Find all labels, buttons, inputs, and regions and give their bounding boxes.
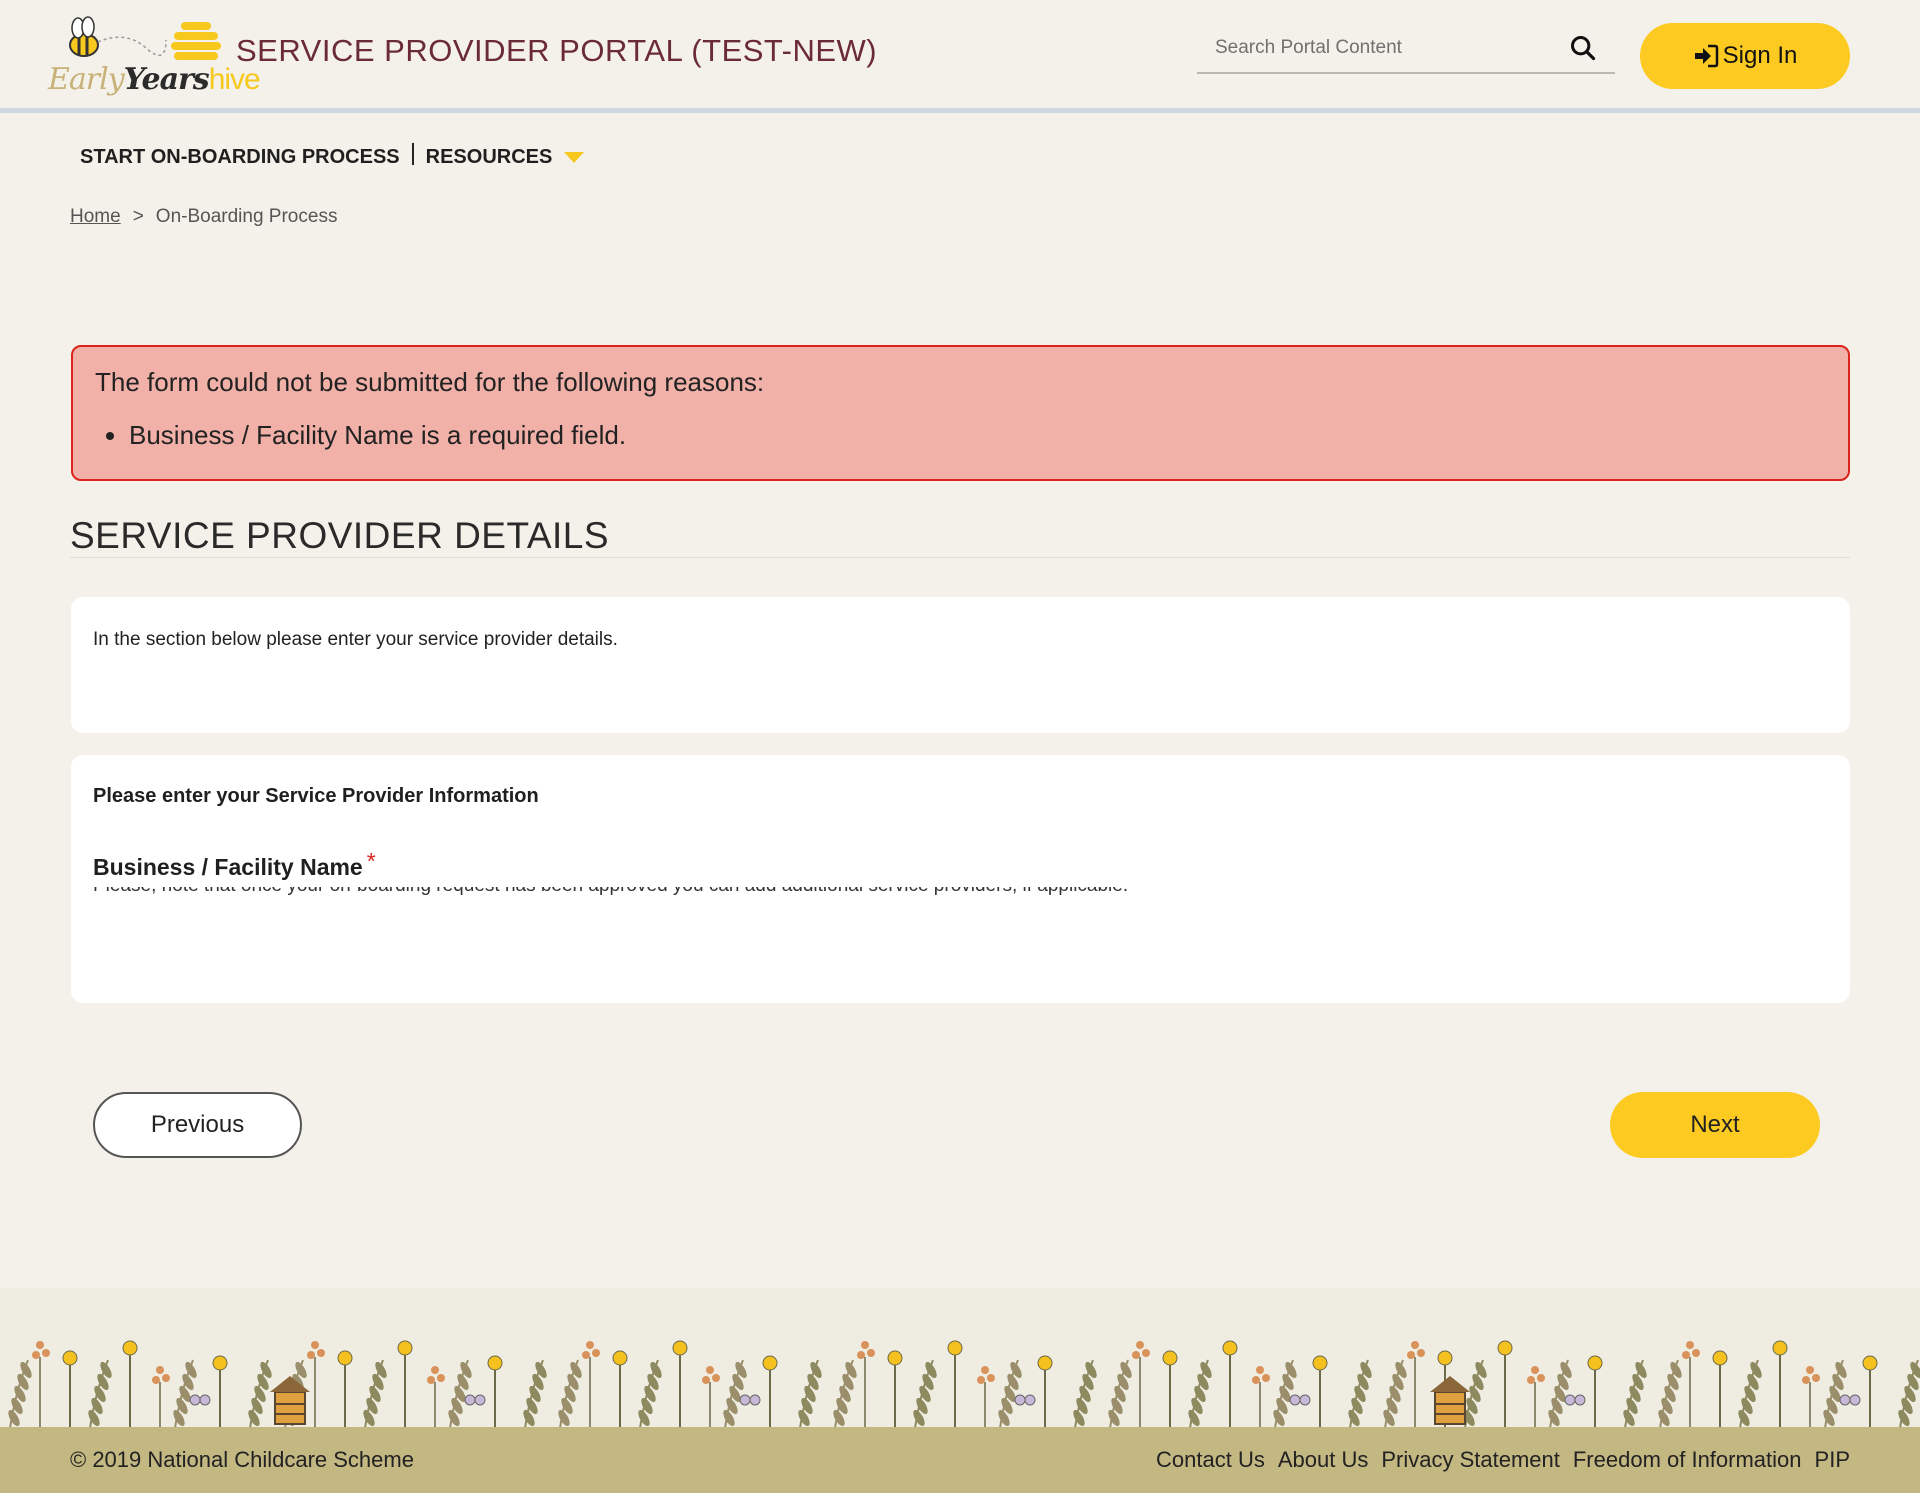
copyright-text: © 2019 National Childcare Scheme bbox=[70, 1447, 414, 1472]
intro-text: In the section below please enter your s… bbox=[93, 629, 618, 650]
breadcrumb-home-link[interactable]: Home bbox=[70, 206, 121, 228]
chevron-down-icon[interactable] bbox=[564, 151, 585, 163]
previous-button[interactable]: Previous bbox=[93, 1092, 302, 1158]
nav-item-start-onboarding[interactable]: START ON-BOARDING PROCESS bbox=[80, 146, 400, 169]
footer-link-pip[interactable]: PIP bbox=[1815, 1447, 1850, 1473]
intro-card: In the section below please enter your s… bbox=[71, 597, 1850, 733]
site-header: EarlyYearshive SERVICE PROVIDER PORTAL (… bbox=[0, 0, 1920, 113]
next-button[interactable]: Next bbox=[1610, 1092, 1820, 1158]
breadcrumb: Home > On-Boarding Process bbox=[70, 206, 337, 228]
main-nav: START ON-BOARDING PROCESS RESOURCES bbox=[80, 143, 585, 171]
floral-border-decoration bbox=[8, 1340, 1920, 1428]
sign-in-label: Sign In bbox=[1722, 42, 1798, 69]
portal-title[interactable]: SERVICE PROVIDER PORTAL (TEST-NEW) bbox=[236, 33, 877, 69]
field-note: Please, note that once your on-boarding … bbox=[93, 887, 1128, 897]
nav-item-resources[interactable]: RESOURCES bbox=[426, 146, 553, 169]
site-footer: © 2019 National Childcare Scheme Contact… bbox=[0, 1427, 1920, 1493]
service-provider-info-card: Please enter your Service Provider Infor… bbox=[71, 755, 1850, 1003]
validation-error-alert: The form could not be submitted for the … bbox=[71, 345, 1850, 481]
sign-in-icon bbox=[1694, 44, 1718, 68]
logo-wordmark: EarlyYearshive bbox=[48, 62, 261, 97]
breadcrumb-current: On-Boarding Process bbox=[155, 206, 338, 227]
search-input[interactable] bbox=[1197, 24, 1557, 72]
early-years-hive-logo[interactable]: EarlyYearshive bbox=[46, 10, 261, 102]
section-divider bbox=[70, 557, 1850, 558]
sign-in-button[interactable]: Sign In bbox=[1640, 23, 1850, 89]
bee-hive-icon bbox=[69, 16, 221, 60]
search-icon[interactable] bbox=[1569, 34, 1597, 62]
error-list: Business / Facility Name is a required f… bbox=[129, 420, 1826, 451]
footer-link-contact-us[interactable]: Contact Us bbox=[1156, 1447, 1265, 1473]
field-label-text: Business / Facility Name bbox=[93, 854, 363, 880]
footer-link-freedom-of-information[interactable]: Freedom of Information bbox=[1573, 1447, 1802, 1473]
footer-link-about-us[interactable]: About Us bbox=[1278, 1447, 1369, 1473]
breadcrumb-separator: > bbox=[132, 206, 144, 227]
info-heading: Please enter your Service Provider Infor… bbox=[93, 785, 539, 807]
required-marker: * bbox=[366, 848, 376, 874]
footer-link-privacy-statement[interactable]: Privacy Statement bbox=[1381, 1447, 1560, 1473]
alert-title: The form could not be submitted for the … bbox=[95, 367, 765, 397]
business-facility-name-label: Business / Facility Name * bbox=[93, 848, 1828, 881]
field-note-clipped: Please, note that once your on-boarding … bbox=[93, 887, 1828, 897]
section-title: SERVICE PROVIDER DETAILS bbox=[70, 515, 610, 556]
nav-divider bbox=[411, 143, 414, 165]
footer-links: Contact Us About Us Privacy Statement Fr… bbox=[1156, 1447, 1850, 1473]
search-bar bbox=[1197, 24, 1615, 74]
error-item[interactable]: Business / Facility Name is a required f… bbox=[129, 420, 1826, 451]
